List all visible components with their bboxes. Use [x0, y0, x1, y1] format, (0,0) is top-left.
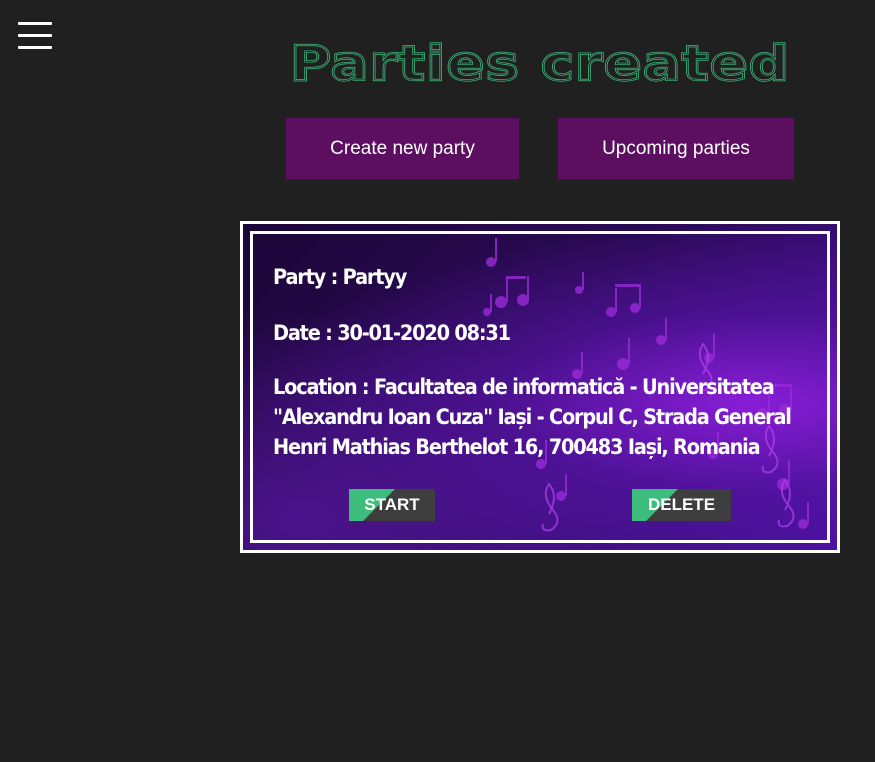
party-date: Date : 30-01-2020 08:31	[273, 321, 511, 345]
party-name: Party : Partyy	[273, 265, 407, 289]
page-title-inline: Parties created	[290, 36, 790, 92]
upcoming-parties-button[interactable]: Upcoming parties	[558, 118, 794, 179]
party-card: Party : Partyy Date : 30-01-2020 08:31 L…	[240, 221, 840, 553]
page-title: Parties created Parties created	[280, 28, 800, 93]
start-button-label: START	[364, 495, 420, 514]
start-button-accent	[349, 489, 363, 521]
party-location: Location : Facultatea de informatică - U…	[273, 375, 792, 459]
delete-button[interactable]: DELETE	[632, 489, 731, 521]
party-card-background: Party : Partyy Date : 30-01-2020 08:31 L…	[243, 224, 837, 550]
create-new-party-button[interactable]: Create new party	[286, 118, 519, 179]
delete-button-accent	[632, 489, 646, 521]
delete-button-label: DELETE	[647, 495, 716, 514]
start-button[interactable]: START	[349, 489, 435, 521]
hamburger-menu-icon[interactable]	[18, 22, 52, 56]
